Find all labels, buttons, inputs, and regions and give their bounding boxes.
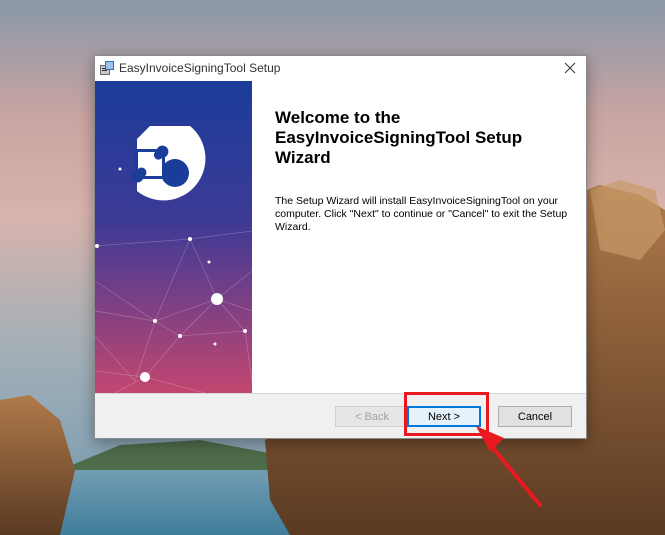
close-icon — [564, 62, 576, 74]
button-bar: < Back Next > Cancel — [95, 393, 586, 438]
back-button[interactable]: < Back — [335, 406, 409, 427]
window-title: EasyInvoiceSigningTool Setup — [119, 61, 281, 75]
banner-artwork — [95, 81, 252, 393]
wizard-banner — [95, 81, 252, 393]
installer-icon — [100, 61, 114, 75]
setup-wizard-window: EasyInvoiceSigningTool Setup Welcome to … — [94, 55, 587, 439]
wizard-content: Welcome to the EasyInvoiceSigningTool Se… — [252, 81, 586, 393]
cancel-button[interactable]: Cancel — [498, 406, 572, 427]
description-text: The Setup Wizard will install EasyInvoic… — [275, 195, 568, 233]
next-button[interactable]: Next > — [407, 406, 481, 427]
title-bar: EasyInvoiceSigningTool Setup — [95, 56, 586, 81]
close-button[interactable] — [554, 56, 586, 80]
page-title: Welcome to the EasyInvoiceSigningTool Se… — [275, 108, 523, 167]
